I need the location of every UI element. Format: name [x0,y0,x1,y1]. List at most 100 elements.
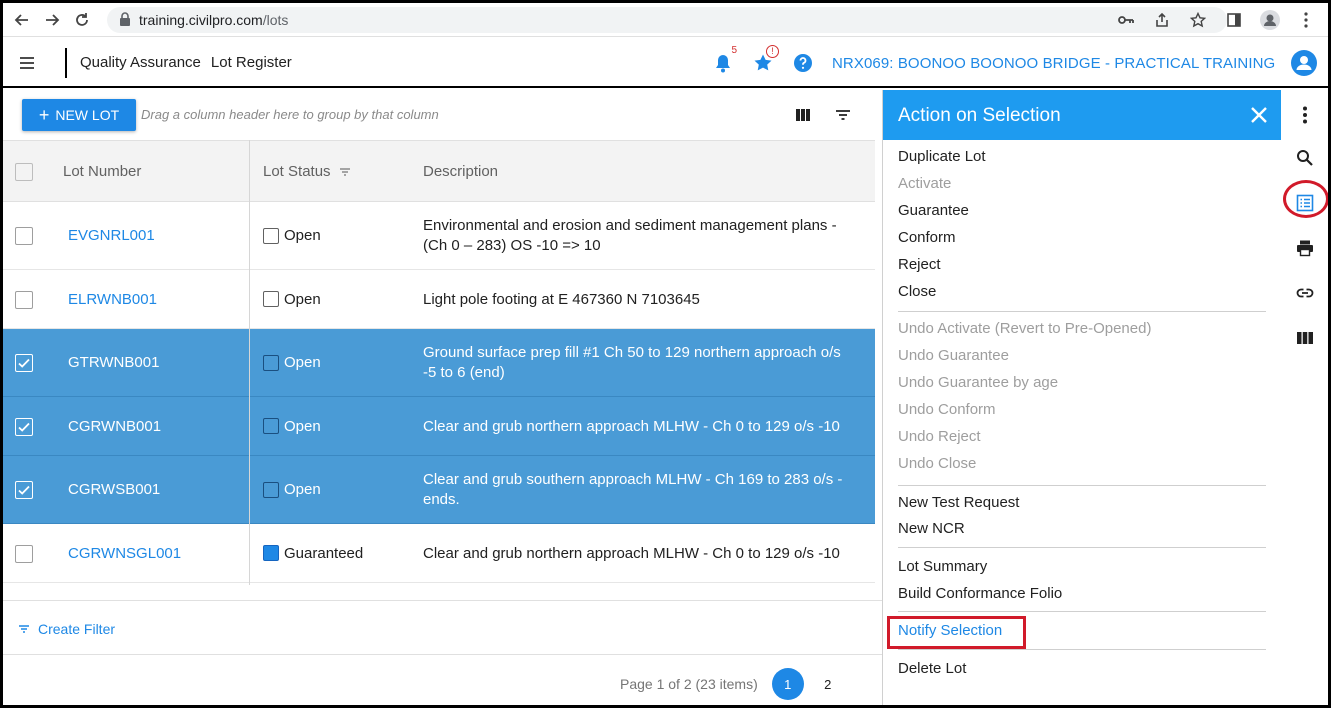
hamburger-menu-icon[interactable] [17,53,37,73]
status-indicator [263,291,279,307]
user-avatar[interactable] [1291,50,1317,76]
help-icon[interactable] [791,51,815,75]
lot-number-link[interactable]: CGRWNB001 [68,418,161,435]
create-filter-link[interactable]: Create Filter [18,621,115,637]
browser-menu-icon[interactable] [1290,3,1322,37]
row-checkbox[interactable] [15,354,33,372]
pager-summary: Page 1 of 2 (23 items) [620,676,758,692]
menu-divider [898,649,1266,650]
row-checkbox[interactable] [15,290,33,309]
filter-lines-icon[interactable] [833,105,853,125]
lot-description: Light pole footing at E 467360 N 7103645 [423,290,875,310]
description-line: (Ch 0 – 283) OS -10 => 10 [423,237,601,254]
forward-icon[interactable] [37,3,67,37]
print-icon[interactable] [1294,237,1316,259]
menu-item-guarantee[interactable]: Guarantee [898,202,969,219]
row-checkbox[interactable] [15,481,33,499]
new-lot-button[interactable]: + NEW LOT [22,99,136,131]
breadcrumb-module[interactable]: Quality Assurance [80,54,201,71]
lot-number-link[interactable]: GTRWNB001 [68,354,159,371]
menu-divider [898,547,1266,548]
grid-toolbar: + NEW LOT Drag a column header here to gr… [3,90,882,140]
bookmark-star-icon[interactable] [1182,3,1214,37]
description-line: Light pole footing at E 467360 N 7103645 [423,290,700,308]
column-chooser-icon[interactable] [793,105,813,125]
lot-description: Environmental and erosion and sediment m… [423,216,875,256]
share-icon[interactable] [1146,3,1178,37]
alert-badge: ! [766,45,779,58]
lot-status: Open [263,418,321,435]
pager: Page 1 of 2 (23 items) 1 2 [620,668,852,700]
action-panel: Action on Selection Duplicate Lot Activat… [882,90,1281,705]
select-all-checkbox[interactable] [15,163,33,181]
profile-icon[interactable] [1254,3,1286,37]
lot-status: Open [263,227,321,244]
column-header-lot-status[interactable]: Lot Status [263,163,351,181]
description-line: -5 to 6 (end) [423,364,505,381]
table-row[interactable]: CGRWSB001 Open Clear and grub southern app… [3,456,875,524]
lock-icon [119,11,131,29]
grid-header: Lot Number Lot Status Description [3,140,875,202]
table-row[interactable]: EVGNRL001 Open Environmental and erosion a… [3,202,875,270]
table-row[interactable]: CGRWNB001 Open Clear and grub northern app… [3,397,875,456]
status-indicator [263,481,279,498]
menu-item-new-ncr[interactable]: New NCR [898,520,965,537]
page-button-2[interactable]: 2 [812,668,844,700]
menu-divider [898,311,1266,312]
search-icon[interactable] [1294,147,1316,169]
menu-item-delete-lot[interactable]: Delete Lot [898,660,966,677]
menu-item-conform[interactable]: Conform [898,229,956,246]
menu-item-reject[interactable]: Reject [898,256,941,273]
lot-status: Open [263,291,321,308]
browser-toolbar: training.civilpro.com/lots [3,3,1328,37]
lot-number-link[interactable]: ELRWNB001 [68,291,157,308]
menu-item-close[interactable]: Close [898,283,936,300]
columns-icon[interactable] [1294,327,1316,349]
close-icon[interactable] [1249,105,1269,125]
favourites-star-icon[interactable]: ! [751,45,779,75]
link-icon[interactable] [1294,282,1316,304]
column-header-lot-number[interactable]: Lot Number [63,163,141,180]
url-text: training.civilpro.com/lots [139,12,288,28]
menu-divider [898,611,1266,612]
status-indicator [263,227,279,244]
menu-item-duplicate-lot[interactable]: Duplicate Lot [898,148,986,165]
row-checkbox[interactable] [15,544,33,563]
lot-number-link[interactable]: CGRWNSGL001 [68,545,181,562]
row-checkbox[interactable] [15,227,33,245]
row-checkbox[interactable] [15,417,33,436]
list-view-highlight [1283,180,1328,218]
reload-icon[interactable] [67,3,97,37]
lot-number-link[interactable]: EVGNRL001 [68,227,155,244]
more-vertical-icon[interactable] [1294,104,1316,126]
breadcrumb: Quality Assurance Lot Register [80,54,302,71]
lot-register-main: + NEW LOT Drag a column header here to gr… [3,90,882,705]
page-button-1[interactable]: 1 [771,668,804,700]
address-bar[interactable]: training.civilpro.com/lots [107,7,1227,33]
column-divider [249,140,250,585]
status-label: Open [284,417,321,435]
column-header-description[interactable]: Description [423,163,498,180]
table-row[interactable]: CGRWNSGL001 Guaranteed Clear and grub nort… [3,524,875,583]
table-row[interactable]: ELRWNB001 Open Light pole footing at E 467… [3,270,875,329]
back-icon[interactable] [7,3,37,37]
notifications-bell-icon[interactable]: 5 [711,45,737,75]
lot-grid: Lot Number Lot Status Description EVGNRL… [3,140,875,585]
column-filter-icon[interactable] [339,164,351,181]
header-divider [65,48,67,78]
menu-item-undo-reject: Undo Reject [898,428,981,445]
description-line: Ground surface prep fill #1 Ch 50 to 129… [423,344,841,361]
key-icon[interactable] [1110,3,1142,37]
table-row[interactable]: GTRWNB001 Open Ground surface prep fill #1… [3,329,875,397]
menu-item-lot-summary[interactable]: Lot Summary [898,558,987,575]
side-panel-icon[interactable] [1218,3,1250,37]
menu-item-activate: Activate [898,175,952,192]
status-indicator [263,418,279,434]
menu-item-new-test-request[interactable]: New Test Request [898,494,1019,511]
menu-item-build-conformance-folio[interactable]: Build Conformance Folio [898,585,1062,602]
lot-number-link[interactable]: CGRWSB001 [68,481,160,498]
project-name[interactable]: NRX069: BOONOO BOONOO BRIDGE - PRACTICAL… [832,55,1275,72]
lot-description: Clear and grub northern approach MLHW - … [423,417,875,437]
action-panel-title: Action on Selection [898,105,1061,126]
menu-divider [898,485,1266,486]
